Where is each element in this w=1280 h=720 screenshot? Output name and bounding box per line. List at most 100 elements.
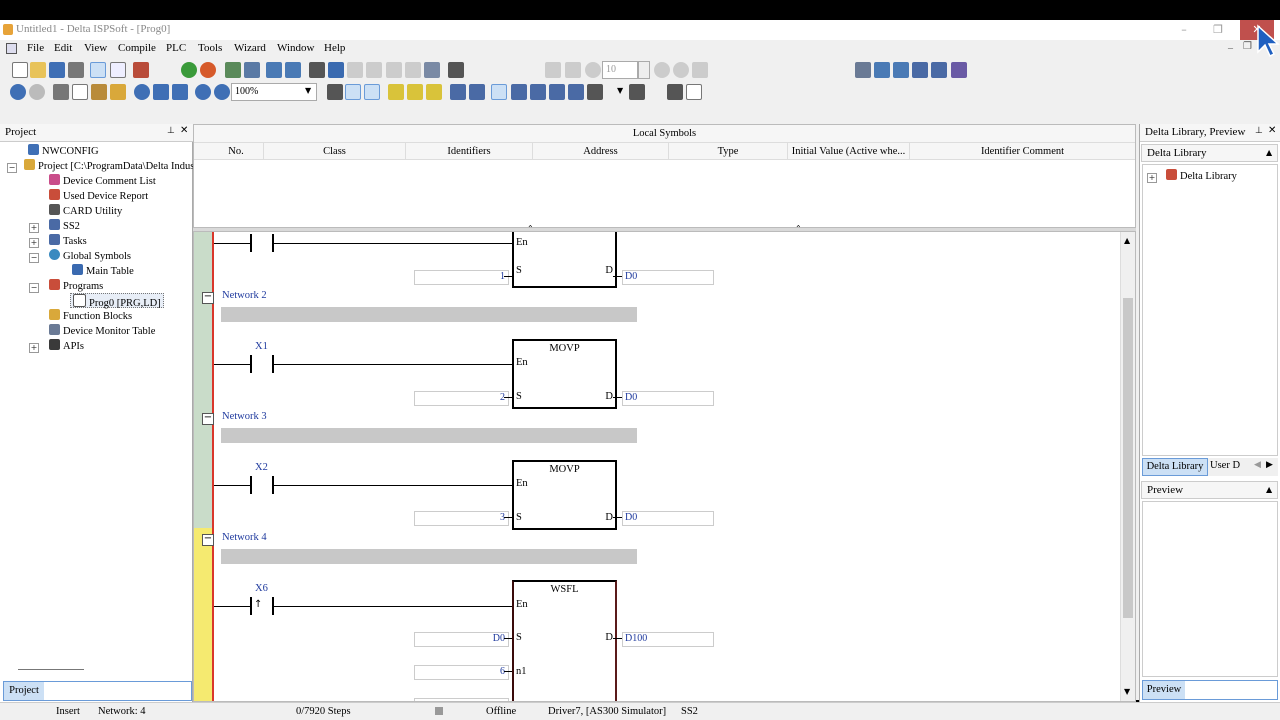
tree-item-global-symbols[interactable]: Global Symbols (49, 249, 131, 264)
scroll-down-icon[interactable]: ▼ (1124, 687, 1130, 696)
menu-help[interactable]: Help (324, 42, 345, 54)
close-panel-icon[interactable]: ✕ (180, 125, 188, 136)
tab-left-icon[interactable]: ◀ (1254, 460, 1261, 470)
mdi-restore-icon[interactable]: ❐ (1243, 41, 1252, 52)
menu-tools[interactable]: Tools (198, 42, 222, 54)
parallel-contact-icon[interactable] (469, 84, 485, 100)
tree-item-programs[interactable]: Programs (49, 279, 103, 294)
monitor-icon[interactable] (266, 62, 282, 78)
tree-item-used-device-report[interactable]: Used Device Report (49, 189, 148, 204)
collapse-icon[interactable]: − (7, 163, 17, 173)
contact[interactable] (250, 476, 274, 494)
pin-icon[interactable]: ⊥ (1255, 126, 1263, 136)
paste-icon[interactable] (91, 84, 107, 100)
output-icon[interactable] (686, 84, 702, 100)
step-count-field[interactable]: 10 (602, 61, 638, 79)
select-pointer-icon[interactable] (491, 84, 507, 100)
tab-preview[interactable]: Preview (1143, 681, 1185, 699)
delete-icon[interactable] (110, 84, 126, 100)
tree-item-tasks[interactable]: Tasks (49, 234, 87, 249)
zoom-in-icon[interactable] (195, 84, 211, 100)
library-view-icon[interactable] (951, 62, 967, 78)
layout-view-icon[interactable] (90, 62, 106, 78)
operand-d[interactable]: D0 (622, 391, 714, 406)
collapse-network-icon[interactable]: − (202, 413, 214, 425)
compile-icon[interactable] (133, 62, 149, 78)
more-dropdown-icon[interactable]: ▼ (617, 86, 623, 95)
menu-view[interactable]: View (84, 42, 107, 54)
dropdown-tool-icon[interactable] (667, 84, 683, 100)
column-address[interactable]: Address (533, 143, 669, 160)
contact[interactable] (250, 234, 274, 252)
collapse-section-icon[interactable]: ▲ (1266, 485, 1272, 494)
operand-d[interactable]: D0 (622, 511, 714, 526)
operand-d[interactable]: D0 (622, 270, 714, 285)
comment-mode-icon[interactable] (327, 84, 343, 100)
horizontal-scrollbar[interactable] (18, 669, 84, 670)
collapse-network-icon[interactable]: − (202, 534, 214, 546)
tree-item-device-monitor-table[interactable]: Device Monitor Table (49, 324, 155, 339)
menu-edit[interactable]: Edit (54, 42, 72, 54)
function-block[interactable]: En S D (512, 232, 617, 288)
network-comment[interactable] (221, 307, 637, 322)
column-initial-value[interactable]: Initial Value (Active whe... (788, 143, 910, 160)
function-block[interactable]: MOVP En S D (512, 460, 617, 530)
pin-icon[interactable]: ⊥ (167, 126, 175, 136)
operand-s[interactable]: 1 (414, 270, 509, 285)
operand-d[interactable]: D100 (622, 632, 714, 647)
comm-settings-icon[interactable] (328, 62, 344, 78)
function-block[interactable]: MOVP En S D (512, 339, 617, 409)
new-file-icon[interactable] (12, 62, 28, 78)
run-icon[interactable] (181, 62, 197, 78)
delete-network-icon[interactable] (426, 84, 442, 100)
document-menu-icon[interactable] (6, 43, 17, 54)
table-view-icon[interactable] (931, 62, 947, 78)
step-spinner[interactable] (638, 61, 650, 79)
menu-window[interactable]: Window (277, 42, 314, 54)
tree-item-card-utility[interactable]: CARD Utility (49, 204, 122, 219)
column-identifier-comment[interactable]: Identifier Comment (910, 143, 1135, 160)
symbol-mode-icon[interactable] (345, 84, 361, 100)
function-block[interactable]: WSFL En S D n1 (512, 580, 617, 701)
goto-icon[interactable] (172, 84, 188, 100)
open-folder-icon[interactable] (30, 62, 46, 78)
tree-item-ss2[interactable]: SS2 (49, 219, 80, 234)
tree-item-function-blocks[interactable]: Function Blocks (49, 309, 132, 324)
menu-compile[interactable]: Compile (118, 42, 156, 54)
line-icon[interactable] (629, 84, 645, 100)
cut-icon[interactable] (53, 84, 69, 100)
menu-file[interactable]: File (27, 42, 44, 54)
function-block-icon[interactable] (549, 84, 565, 100)
panel-view-icon[interactable] (893, 62, 909, 78)
column-identifiers[interactable]: Identifiers (406, 143, 533, 160)
replace-icon[interactable] (153, 84, 169, 100)
connect-icon[interactable] (10, 84, 26, 100)
tree-item-project[interactable]: Project [C:\ProgramData\Delta Indus (24, 159, 194, 174)
tab-right-icon[interactable]: ▶ (1266, 460, 1273, 470)
diagnose-icon[interactable] (424, 62, 440, 78)
contact-icon[interactable] (450, 84, 466, 100)
expand-icon[interactable]: + (29, 223, 39, 233)
expand-icon[interactable]: + (29, 238, 39, 248)
list-view-icon[interactable] (855, 62, 871, 78)
copy-icon[interactable] (72, 84, 88, 100)
expand-icon[interactable]: + (29, 343, 39, 353)
network-comment[interactable] (221, 428, 637, 443)
column-class[interactable]: Class (264, 143, 406, 160)
collapse-icon[interactable]: − (29, 283, 39, 293)
tree-item-apis[interactable]: APIs (49, 339, 84, 354)
column-no[interactable]: No. (209, 143, 264, 160)
menu-plc[interactable]: PLC (166, 42, 186, 54)
mdi-minimize-icon[interactable]: – (1228, 43, 1233, 54)
contact[interactable] (250, 355, 274, 373)
menu-wizard[interactable]: Wizard (234, 42, 266, 54)
network-comment[interactable] (221, 549, 637, 564)
find-icon[interactable] (134, 84, 150, 100)
tree-item-device-comment-list[interactable]: Device Comment List (49, 174, 156, 189)
zoom-out-icon[interactable] (214, 84, 230, 100)
column-view-icon[interactable] (874, 62, 890, 78)
insert-network-icon[interactable] (388, 84, 404, 100)
tree-item-prog0[interactable]: Prog0 [PRG,LD] (70, 293, 164, 309)
rising-edge-contact[interactable]: ↑ (250, 597, 274, 615)
operand-n1[interactable]: 6 (414, 665, 509, 680)
